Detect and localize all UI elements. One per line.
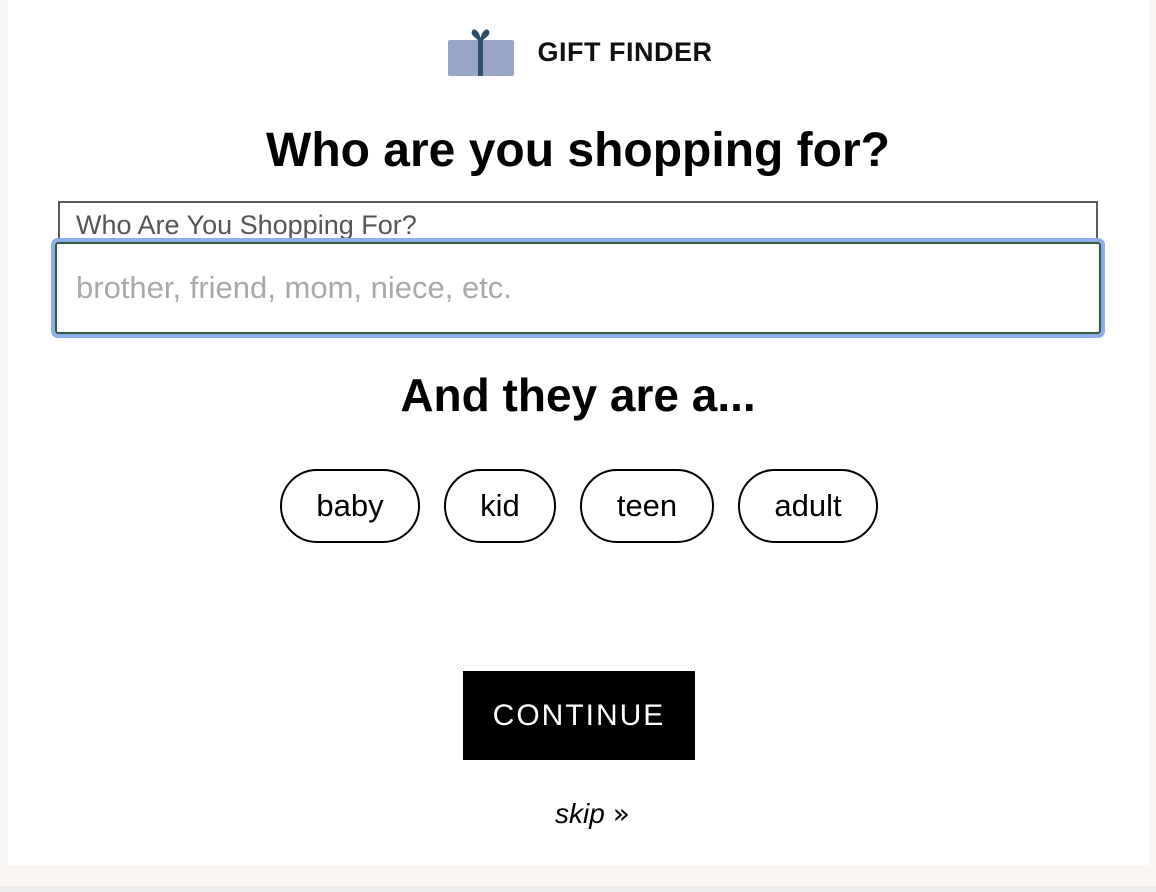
header-brand: GIFT FINDER xyxy=(447,28,713,76)
gift-finder-header: GIFT FINDER xyxy=(0,28,1156,76)
age-option-teen[interactable]: teen xyxy=(580,469,714,543)
page-title: Who are you shopping for? xyxy=(266,124,890,177)
brand-title: GIFT FINDER xyxy=(537,36,713,67)
skip-link[interactable]: skip » xyxy=(555,798,630,830)
double-chevron-right-icon: » xyxy=(612,797,630,830)
age-question-title: And they are a... xyxy=(400,369,756,421)
skip-label: skip xyxy=(555,798,605,829)
age-options: baby kid teen adult xyxy=(280,469,878,543)
page-bottom-border xyxy=(0,886,1156,892)
age-option-adult[interactable]: adult xyxy=(738,469,878,543)
continue-button[interactable]: CONTINUE xyxy=(463,671,695,760)
gift-box-icon xyxy=(447,29,514,76)
age-option-baby[interactable]: baby xyxy=(280,469,420,543)
recipient-input[interactable] xyxy=(51,238,1105,338)
recipient-field-label: Who Are You Shopping For? xyxy=(76,210,417,240)
age-option-kid[interactable]: kid xyxy=(444,469,556,543)
